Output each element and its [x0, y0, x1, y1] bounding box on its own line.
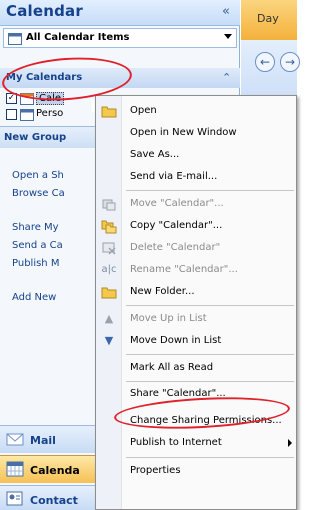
calendar-icon — [20, 109, 34, 124]
menu-item-label: Delete "Calendar" — [130, 242, 221, 253]
tab-day[interactable]: Day — [257, 12, 279, 25]
add-new-group-link[interactable]: Add New — [12, 292, 56, 303]
menu-item-move: Move "Calendar"... — [96, 193, 298, 215]
pane-header: Calendar « — [0, 0, 240, 26]
contacts-icon — [6, 491, 24, 507]
nav-button-label: Calenda — [30, 464, 80, 477]
menu-item-label: New Folder... — [130, 286, 195, 297]
menu-item-label: Send via E-mail... — [130, 171, 218, 182]
view-select-label: All Calendar Items — [26, 32, 130, 43]
menu-item-label: Change Sharing Permissions... — [130, 415, 282, 426]
open-shared-calendar-link[interactable]: Open a Sh — [12, 170, 64, 181]
menu-item-label: Move Up in List — [130, 313, 207, 324]
next-button[interactable]: → — [280, 52, 300, 72]
menu-separator — [126, 457, 294, 458]
send-calendar-link[interactable]: Send a Ca — [12, 240, 63, 251]
menu-item-share-calendar[interactable]: Share "Calendar"... — [96, 383, 298, 405]
view-select-dropdown[interactable]: All Calendar Items — [3, 28, 237, 48]
calendar-checkbox[interactable]: ✓ — [6, 93, 17, 104]
menu-item-open[interactable]: Open — [96, 100, 298, 122]
my-calendars-header[interactable]: My Calendars ⌃ — [0, 68, 240, 88]
my-calendars-label: My Calendars — [6, 72, 83, 83]
menu-item-label: Rename "Calendar"... — [130, 264, 238, 275]
pane-title: Calendar — [6, 2, 83, 20]
rename-icon: a|c — [101, 264, 117, 275]
menu-item-label: Move Down in List — [130, 335, 222, 346]
arrow-up-icon: ▲ — [104, 312, 114, 325]
menu-item-label: Open in New Window — [130, 127, 237, 138]
calendar-icon — [8, 32, 22, 48]
menu-separator — [126, 305, 294, 306]
menu-item-label: Move "Calendar"... — [130, 198, 224, 209]
menu-item-label: Share "Calendar"... — [130, 388, 226, 399]
move-icon — [101, 196, 117, 212]
menu-item-label: Mark All as Read — [130, 362, 214, 373]
context-menu: Open Open in New Window Save As... Send … — [95, 95, 297, 510]
menu-item-delete: Delete "Calendar" — [96, 237, 298, 259]
menu-item-move-up: ▲ Move Up in List — [96, 308, 298, 330]
previous-button[interactable]: ← — [255, 52, 275, 72]
menu-item-send-via-email[interactable]: Send via E-mail... — [96, 166, 298, 188]
menu-item-copy[interactable]: Copy "Calendar"... — [96, 215, 298, 237]
menu-item-properties[interactable]: Properties — [96, 460, 298, 482]
publish-calendar-link[interactable]: Publish M — [12, 258, 59, 269]
menu-item-rename: a|c Rename "Calendar"... — [96, 259, 298, 281]
arrow-down-icon: ▼ — [104, 334, 114, 347]
calendar-icon — [20, 93, 34, 108]
copy-icon — [101, 218, 117, 234]
menu-item-open-new-window[interactable]: Open in New Window — [96, 122, 298, 144]
menu-item-save-as[interactable]: Save As... — [96, 144, 298, 166]
menu-item-label: Open — [130, 105, 157, 116]
new-group-label: New Group — [4, 132, 67, 143]
share-my-calendar-link[interactable]: Share My — [12, 222, 59, 233]
browse-calendars-link[interactable]: Browse Ca — [12, 188, 65, 199]
open-folder-icon — [101, 103, 117, 119]
menu-item-publish-to-internet[interactable]: Publish to Internet — [96, 432, 298, 454]
chevron-up-icon[interactable]: ⌃ — [222, 71, 231, 84]
new-folder-icon — [101, 284, 117, 300]
menu-separator — [126, 354, 294, 355]
menu-item-move-down[interactable]: ▼ Move Down in List — [96, 330, 298, 352]
mail-icon — [6, 431, 24, 447]
menu-item-new-folder[interactable]: New Folder... — [96, 281, 298, 303]
calendar-list-label: Perso — [36, 108, 64, 119]
menu-item-label: Publish to Internet — [130, 437, 222, 448]
calendar-icon — [6, 461, 24, 477]
delete-icon — [101, 240, 117, 256]
menu-separator — [126, 381, 294, 382]
menu-item-label: Copy "Calendar"... — [130, 220, 223, 231]
collapse-pane-button[interactable]: « — [218, 4, 234, 20]
chevron-down-icon — [224, 34, 232, 39]
menu-item-mark-all-read[interactable]: Mark All as Read — [96, 357, 298, 379]
calendar-list-label: Cale — [36, 92, 65, 105]
calendar-checkbox[interactable] — [6, 109, 17, 120]
menu-item-label: Save As... — [130, 149, 180, 160]
nav-button-label: Contact — [30, 494, 78, 507]
submenu-arrow-icon — [288, 439, 292, 447]
menu-item-change-sharing-permissions[interactable]: Change Sharing Permissions... — [96, 410, 298, 432]
menu-item-label: Properties — [130, 465, 181, 476]
nav-button-label: Mail — [30, 434, 56, 447]
menu-separator — [126, 190, 294, 191]
